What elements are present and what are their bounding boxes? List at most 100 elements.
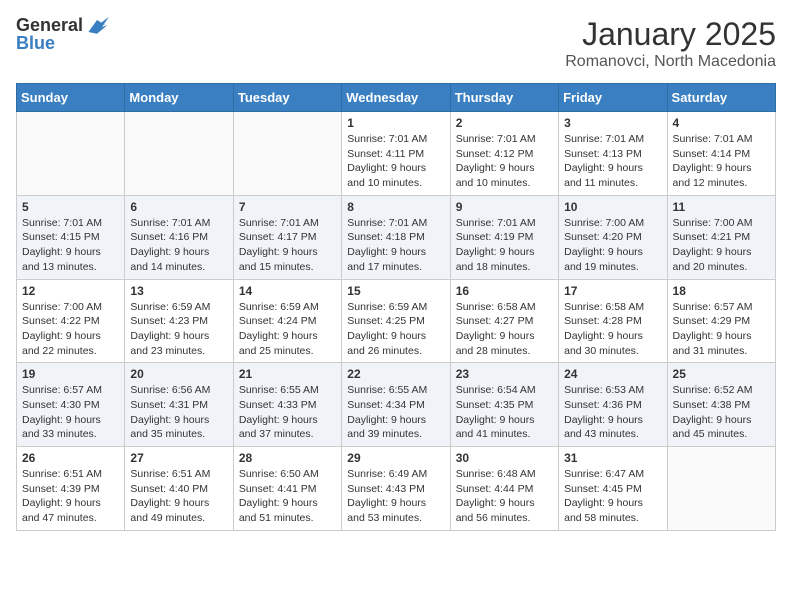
day-number: 23 bbox=[456, 367, 553, 381]
day-number: 1 bbox=[347, 116, 444, 130]
day-info: Sunrise: 6:59 AM Sunset: 4:25 PM Dayligh… bbox=[347, 300, 444, 359]
day-number: 4 bbox=[673, 116, 770, 130]
day-number: 11 bbox=[673, 200, 770, 214]
calendar-day-23: 23 Sunrise: 6:54 AM Sunset: 4:35 PM Dayli… bbox=[450, 363, 558, 447]
day-info: Sunrise: 7:01 AM Sunset: 4:16 PM Dayligh… bbox=[130, 216, 227, 275]
day-number: 6 bbox=[130, 200, 227, 214]
day-info: Sunrise: 7:01 AM Sunset: 4:14 PM Dayligh… bbox=[673, 132, 770, 191]
calendar-day-20: 20 Sunrise: 6:56 AM Sunset: 4:31 PM Dayli… bbox=[125, 363, 233, 447]
calendar-week-row: 5Sunrise: 7:01 AM Sunset: 4:15 PM Daylig… bbox=[17, 195, 776, 279]
day-number: 8 bbox=[347, 200, 444, 214]
day-number: 21 bbox=[239, 367, 336, 381]
calendar-day-24: 24 Sunrise: 6:53 AM Sunset: 4:36 PM Dayli… bbox=[559, 363, 667, 447]
calendar-empty-cell bbox=[125, 112, 233, 196]
calendar-day-4: 4 Sunrise: 7:01 AM Sunset: 4:14 PM Daylig… bbox=[667, 112, 775, 196]
day-number: 24 bbox=[564, 367, 661, 381]
day-info: Sunrise: 7:01 AM Sunset: 4:18 PM Dayligh… bbox=[347, 216, 444, 275]
weekday-header-tuesday: Tuesday bbox=[233, 84, 341, 112]
day-info: Sunrise: 6:55 AM Sunset: 4:34 PM Dayligh… bbox=[347, 383, 444, 442]
day-info: Sunrise: 7:01 AM Sunset: 4:12 PM Dayligh… bbox=[456, 132, 553, 191]
day-number: 29 bbox=[347, 451, 444, 465]
day-number: 2 bbox=[456, 116, 553, 130]
day-info: Sunrise: 7:01 AM Sunset: 4:19 PM Dayligh… bbox=[456, 216, 553, 275]
day-number: 25 bbox=[673, 367, 770, 381]
calendar-header-row: SundayMondayTuesdayWednesdayThursdayFrid… bbox=[17, 84, 776, 112]
day-info: Sunrise: 6:49 AM Sunset: 4:43 PM Dayligh… bbox=[347, 467, 444, 526]
calendar-day-18: 18Sunrise: 6:57 AM Sunset: 4:29 PM Dayli… bbox=[667, 279, 775, 363]
calendar-day-31: 31 Sunrise: 6:47 AM Sunset: 4:45 PM Dayli… bbox=[559, 447, 667, 531]
day-info: Sunrise: 6:57 AM Sunset: 4:30 PM Dayligh… bbox=[22, 383, 119, 442]
calendar-week-row: 12 Sunrise: 7:00 AM Sunset: 4:22 PM Dayli… bbox=[17, 279, 776, 363]
day-info: Sunrise: 7:00 AM Sunset: 4:22 PM Dayligh… bbox=[22, 300, 119, 359]
day-info: Sunrise: 6:57 AM Sunset: 4:29 PM Dayligh… bbox=[673, 300, 770, 359]
calendar-day-6: 6 Sunrise: 7:01 AM Sunset: 4:16 PM Daylig… bbox=[125, 195, 233, 279]
day-info: Sunrise: 6:59 AM Sunset: 4:23 PM Dayligh… bbox=[130, 300, 227, 359]
calendar-day-28: 28 Sunrise: 6:50 AM Sunset: 4:41 PM Dayli… bbox=[233, 447, 341, 531]
calendar-day-15: 15 Sunrise: 6:59 AM Sunset: 4:25 PM Dayli… bbox=[342, 279, 450, 363]
calendar-week-row: 26 Sunrise: 6:51 AM Sunset: 4:39 PM Dayli… bbox=[17, 447, 776, 531]
calendar-day-26: 26 Sunrise: 6:51 AM Sunset: 4:39 PM Dayli… bbox=[17, 447, 125, 531]
calendar-empty-cell bbox=[17, 112, 125, 196]
calendar-empty-cell bbox=[233, 112, 341, 196]
logo: General Blue bbox=[16, 16, 109, 54]
calendar-day-3: 3 Sunrise: 7:01 AM Sunset: 4:13 PM Daylig… bbox=[559, 112, 667, 196]
calendar-day-1: 1 Sunrise: 7:01 AM Sunset: 4:11 PM Daylig… bbox=[342, 112, 450, 196]
day-number: 10 bbox=[564, 200, 661, 214]
weekday-header-monday: Monday bbox=[125, 84, 233, 112]
day-info: Sunrise: 6:50 AM Sunset: 4:41 PM Dayligh… bbox=[239, 467, 336, 526]
day-number: 14 bbox=[239, 284, 336, 298]
calendar-day-22: 22Sunrise: 6:55 AM Sunset: 4:34 PM Dayli… bbox=[342, 363, 450, 447]
weekday-header-sunday: Sunday bbox=[17, 84, 125, 112]
calendar-day-19: 19 Sunrise: 6:57 AM Sunset: 4:30 PM Dayli… bbox=[17, 363, 125, 447]
day-info: Sunrise: 6:47 AM Sunset: 4:45 PM Dayligh… bbox=[564, 467, 661, 526]
day-info: Sunrise: 6:51 AM Sunset: 4:40 PM Dayligh… bbox=[130, 467, 227, 526]
calendar-day-30: 30Sunrise: 6:48 AM Sunset: 4:44 PM Dayli… bbox=[450, 447, 558, 531]
day-info: Sunrise: 6:58 AM Sunset: 4:28 PM Dayligh… bbox=[564, 300, 661, 359]
calendar-day-16: 16Sunrise: 6:58 AM Sunset: 4:27 PM Dayli… bbox=[450, 279, 558, 363]
day-number: 15 bbox=[347, 284, 444, 298]
calendar-day-29: 29 Sunrise: 6:49 AM Sunset: 4:43 PM Dayli… bbox=[342, 447, 450, 531]
weekday-header-wednesday: Wednesday bbox=[342, 84, 450, 112]
day-number: 31 bbox=[564, 451, 661, 465]
calendar-day-27: 27 Sunrise: 6:51 AM Sunset: 4:40 PM Dayli… bbox=[125, 447, 233, 531]
calendar-day-17: 17 Sunrise: 6:58 AM Sunset: 4:28 PM Dayli… bbox=[559, 279, 667, 363]
day-number: 27 bbox=[130, 451, 227, 465]
day-info: Sunrise: 6:51 AM Sunset: 4:39 PM Dayligh… bbox=[22, 467, 119, 526]
day-number: 28 bbox=[239, 451, 336, 465]
day-info: Sunrise: 6:59 AM Sunset: 4:24 PM Dayligh… bbox=[239, 300, 336, 359]
day-number: 13 bbox=[130, 284, 227, 298]
day-info: Sunrise: 6:54 AM Sunset: 4:35 PM Dayligh… bbox=[456, 383, 553, 442]
day-info: Sunrise: 7:01 AM Sunset: 4:11 PM Dayligh… bbox=[347, 132, 444, 191]
logo-blue: Blue bbox=[16, 34, 109, 54]
day-number: 16 bbox=[456, 284, 553, 298]
day-number: 17 bbox=[564, 284, 661, 298]
calendar-day-14: 14 Sunrise: 6:59 AM Sunset: 4:24 PM Dayli… bbox=[233, 279, 341, 363]
calendar-day-8: 8 Sunrise: 7:01 AM Sunset: 4:18 PM Daylig… bbox=[342, 195, 450, 279]
day-info: Sunrise: 7:00 AM Sunset: 4:20 PM Dayligh… bbox=[564, 216, 661, 275]
calendar-day-10: 10 Sunrise: 7:00 AM Sunset: 4:20 PM Dayli… bbox=[559, 195, 667, 279]
calendar-day-9: 9Sunrise: 7:01 AM Sunset: 4:19 PM Daylig… bbox=[450, 195, 558, 279]
day-number: 12 bbox=[22, 284, 119, 298]
calendar-day-25: 25Sunrise: 6:52 AM Sunset: 4:38 PM Dayli… bbox=[667, 363, 775, 447]
calendar-week-row: 19 Sunrise: 6:57 AM Sunset: 4:30 PM Dayli… bbox=[17, 363, 776, 447]
weekday-header-thursday: Thursday bbox=[450, 84, 558, 112]
calendar-empty-cell bbox=[667, 447, 775, 531]
day-info: Sunrise: 6:55 AM Sunset: 4:33 PM Dayligh… bbox=[239, 383, 336, 442]
day-info: Sunrise: 6:56 AM Sunset: 4:31 PM Dayligh… bbox=[130, 383, 227, 442]
calendar-day-13: 13 Sunrise: 6:59 AM Sunset: 4:23 PM Dayli… bbox=[125, 279, 233, 363]
day-info: Sunrise: 7:01 AM Sunset: 4:13 PM Dayligh… bbox=[564, 132, 661, 191]
day-info: Sunrise: 6:53 AM Sunset: 4:36 PM Dayligh… bbox=[564, 383, 661, 442]
day-number: 3 bbox=[564, 116, 661, 130]
day-number: 20 bbox=[130, 367, 227, 381]
calendar-day-12: 12 Sunrise: 7:00 AM Sunset: 4:22 PM Dayli… bbox=[17, 279, 125, 363]
location-title: Romanovci, North Macedonia bbox=[565, 53, 776, 71]
calendar-week-row: 1 Sunrise: 7:01 AM Sunset: 4:11 PM Daylig… bbox=[17, 112, 776, 196]
day-number: 19 bbox=[22, 367, 119, 381]
calendar-table: SundayMondayTuesdayWednesdayThursdayFrid… bbox=[16, 83, 776, 531]
calendar-day-21: 21 Sunrise: 6:55 AM Sunset: 4:33 PM Dayli… bbox=[233, 363, 341, 447]
day-info: Sunrise: 7:00 AM Sunset: 4:21 PM Dayligh… bbox=[673, 216, 770, 275]
weekday-header-saturday: Saturday bbox=[667, 84, 775, 112]
day-number: 26 bbox=[22, 451, 119, 465]
day-info: Sunrise: 7:01 AM Sunset: 4:15 PM Dayligh… bbox=[22, 216, 119, 275]
calendar-day-11: 11 Sunrise: 7:00 AM Sunset: 4:21 PM Dayli… bbox=[667, 195, 775, 279]
